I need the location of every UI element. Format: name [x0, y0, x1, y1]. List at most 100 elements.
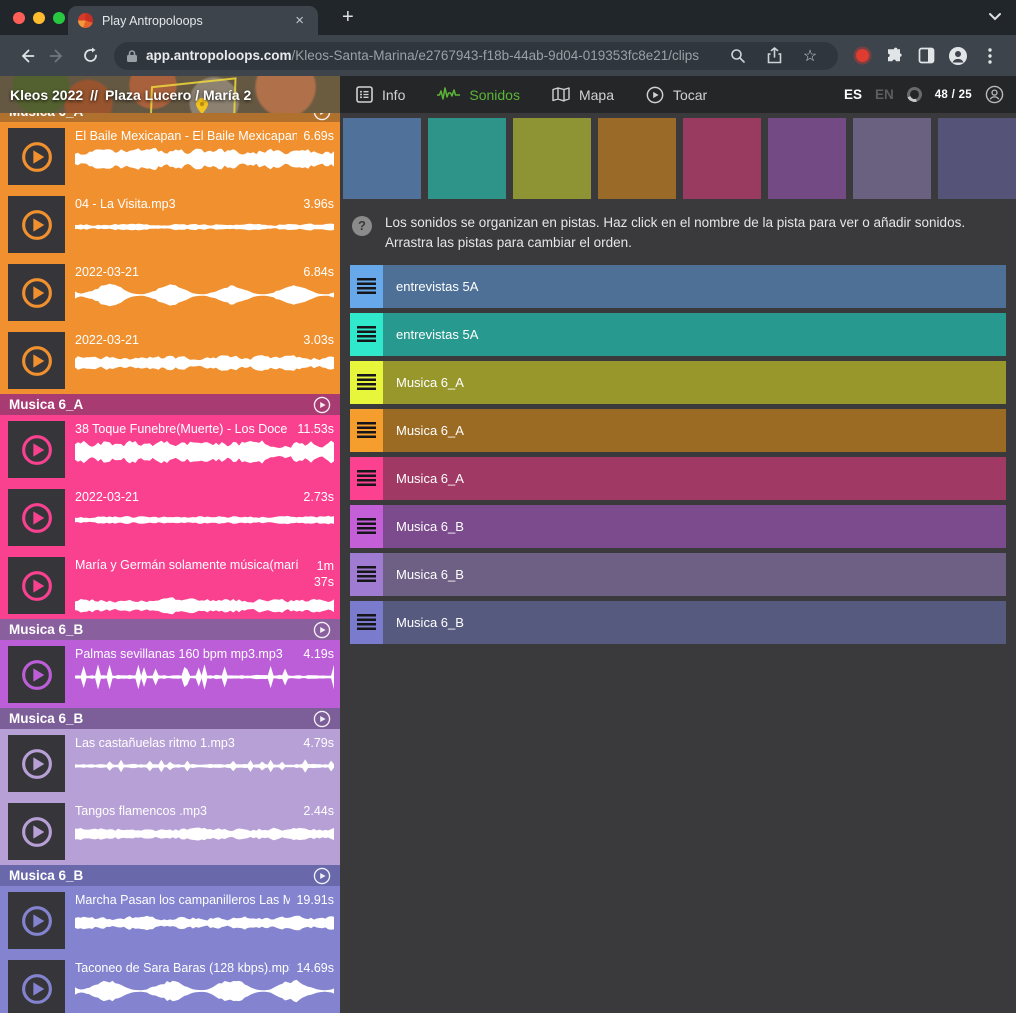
- lang-es-button[interactable]: ES: [844, 87, 862, 102]
- track-drag-handle[interactable]: [350, 601, 383, 644]
- track-row-label: Musica 6_B: [396, 567, 464, 582]
- track-drag-handle[interactable]: [350, 553, 383, 596]
- track-row[interactable]: entrevistas 5A: [350, 265, 1006, 308]
- clip-play-button[interactable]: [8, 332, 65, 389]
- clip-play-button[interactable]: [8, 892, 65, 949]
- window-minimize-button[interactable]: [33, 12, 45, 24]
- section-play-icon[interactable]: [313, 621, 331, 639]
- account-icon[interactable]: [985, 85, 1004, 104]
- track-row[interactable]: Musica 6_A: [350, 409, 1006, 452]
- reload-button[interactable]: [74, 40, 106, 72]
- track-row-body[interactable]: entrevistas 5A: [383, 265, 1006, 308]
- clip-item[interactable]: 2022-03-21 3.03s: [0, 326, 340, 394]
- track-drag-handle[interactable]: [350, 457, 383, 500]
- section-header[interactable]: Musica 6_B: [0, 708, 340, 729]
- bookmark-star-icon[interactable]: ☆: [794, 40, 826, 72]
- clip-item[interactable]: Las castañuelas ritmo 1.mp3 4.79s: [0, 729, 340, 797]
- clip-item[interactable]: 38 Toque Funebre(Muerte) - Los Doce Par.…: [0, 415, 340, 483]
- nav-item-info[interactable]: Info: [340, 76, 421, 113]
- track-row-body[interactable]: Musica 6_B: [383, 553, 1006, 596]
- track-column-swatch[interactable]: [768, 118, 846, 199]
- track-row-label: Musica 6_A: [396, 471, 464, 486]
- section-play-icon[interactable]: [313, 710, 331, 728]
- track-column-swatch[interactable]: [513, 118, 591, 199]
- clip-play-button[interactable]: [8, 196, 65, 253]
- track-row-body[interactable]: entrevistas 5A: [383, 313, 1006, 356]
- track-column-swatch[interactable]: [428, 118, 506, 199]
- track-row[interactable]: Musica 6_B: [350, 553, 1006, 596]
- clip-item[interactable]: Marcha Pasan los campanilleros Las Mejor…: [0, 886, 340, 954]
- clip-play-button[interactable]: [8, 960, 65, 1013]
- lang-en-button[interactable]: EN: [875, 87, 894, 102]
- section-header[interactable]: Musica 6_B: [0, 865, 340, 886]
- clip-item[interactable]: Palmas sevillanas 160 bpm mp3.mp3 4.19s: [0, 640, 340, 708]
- section-play-icon[interactable]: [313, 113, 331, 121]
- window-zoom-button[interactable]: [53, 12, 65, 24]
- side-panel-icon[interactable]: [910, 40, 942, 72]
- track-drag-handle[interactable]: [350, 265, 383, 308]
- zoom-page-icon[interactable]: [722, 40, 754, 72]
- clips-sidebar: Musica 6_A El Baile Mexicapan - El Baile…: [0, 113, 340, 1013]
- track-drag-handle[interactable]: [350, 313, 383, 356]
- section-play-icon[interactable]: [313, 396, 331, 414]
- clip-item[interactable]: María y Germán solamente música(maría 2.…: [0, 551, 340, 619]
- clip-item[interactable]: 04 - La Visita.mp3 3.96s: [0, 190, 340, 258]
- clip-name: Taconeo de Sara Baras (128 kbps).mp3: [75, 961, 290, 975]
- share-icon[interactable]: [758, 40, 790, 72]
- section-play-icon[interactable]: [313, 867, 331, 885]
- track-drag-handle[interactable]: [350, 361, 383, 404]
- nav-item-sonidos[interactable]: Sonidos: [421, 76, 536, 113]
- track-column-swatch[interactable]: [938, 118, 1016, 199]
- clip-play-button[interactable]: [8, 557, 65, 614]
- track-row[interactable]: Musica 6_B: [350, 505, 1006, 548]
- clip-item[interactable]: Tangos flamencos .mp3 2.44s: [0, 797, 340, 865]
- clip-play-button[interactable]: [8, 646, 65, 703]
- track-column-swatch[interactable]: [853, 118, 931, 199]
- record-indicator-icon[interactable]: [846, 40, 878, 72]
- nav-item-tocar[interactable]: Tocar: [630, 76, 723, 113]
- clip-play-button[interactable]: [8, 264, 65, 321]
- track-drag-handle[interactable]: [350, 409, 383, 452]
- clip-play-button[interactable]: [8, 128, 65, 185]
- forward-button[interactable]: [42, 40, 74, 72]
- track-row-body[interactable]: Musica 6_B: [383, 505, 1006, 548]
- new-tab-button[interactable]: +: [336, 4, 360, 31]
- back-button[interactable]: [10, 40, 42, 72]
- clip-item[interactable]: Taconeo de Sara Baras (128 kbps).mp3 14.…: [0, 954, 340, 1013]
- track-row[interactable]: Musica 6_A: [350, 361, 1006, 404]
- track-row-body[interactable]: Musica 6_B: [383, 601, 1006, 644]
- clip-duration: 14.69s: [296, 961, 334, 975]
- window-close-button[interactable]: [13, 12, 25, 24]
- track-row-body[interactable]: Musica 6_A: [383, 409, 1006, 452]
- track-column-swatch[interactable]: [343, 118, 421, 199]
- browser-menu-icon[interactable]: [974, 40, 1006, 72]
- nav-item-mapa[interactable]: Mapa: [536, 76, 630, 113]
- clip-play-button[interactable]: [8, 421, 65, 478]
- browser-tab[interactable]: Play Antropoloops ×: [68, 6, 318, 35]
- clip-play-button[interactable]: [8, 735, 65, 792]
- section-clips: Las castañuelas ritmo 1.mp3 4.79s Tangos…: [0, 729, 340, 865]
- clip-play-button[interactable]: [8, 489, 65, 546]
- section-header[interactable]: Musica 6_A: [0, 394, 340, 415]
- clip-item[interactable]: 2022-03-21 2.73s: [0, 483, 340, 551]
- track-column-swatch[interactable]: [683, 118, 761, 199]
- browser-profile-avatar[interactable]: [942, 40, 974, 72]
- track-column-swatch[interactable]: [598, 118, 676, 199]
- track-row-body[interactable]: Musica 6_A: [383, 361, 1006, 404]
- track-row[interactable]: entrevistas 5A: [350, 313, 1006, 356]
- section-header[interactable]: Musica 6_B: [0, 619, 340, 640]
- clip-item[interactable]: El Baile Mexicapan - El Baile Mexicapan.…: [0, 122, 340, 190]
- track-row[interactable]: Musica 6_A: [350, 457, 1006, 500]
- tab-search-chevron-icon[interactable]: [988, 12, 1002, 21]
- section-header[interactable]: Musica 6_A: [0, 113, 340, 122]
- clip-play-button[interactable]: [8, 803, 65, 860]
- track-row[interactable]: Musica 6_B: [350, 601, 1006, 644]
- track-row-body[interactable]: Musica 6_A: [383, 457, 1006, 500]
- clip-item[interactable]: 2022-03-21 6.84s: [0, 258, 340, 326]
- track-drag-handle[interactable]: [350, 505, 383, 548]
- extensions-puzzle-icon[interactable]: [878, 40, 910, 72]
- url-bar[interactable]: app.antropoloops.com/Kleos-Santa-Marina/…: [114, 42, 838, 70]
- track-row-label: entrevistas 5A: [396, 327, 478, 342]
- section-name: Musica 6_A: [9, 397, 83, 412]
- tab-close-icon[interactable]: ×: [291, 11, 308, 30]
